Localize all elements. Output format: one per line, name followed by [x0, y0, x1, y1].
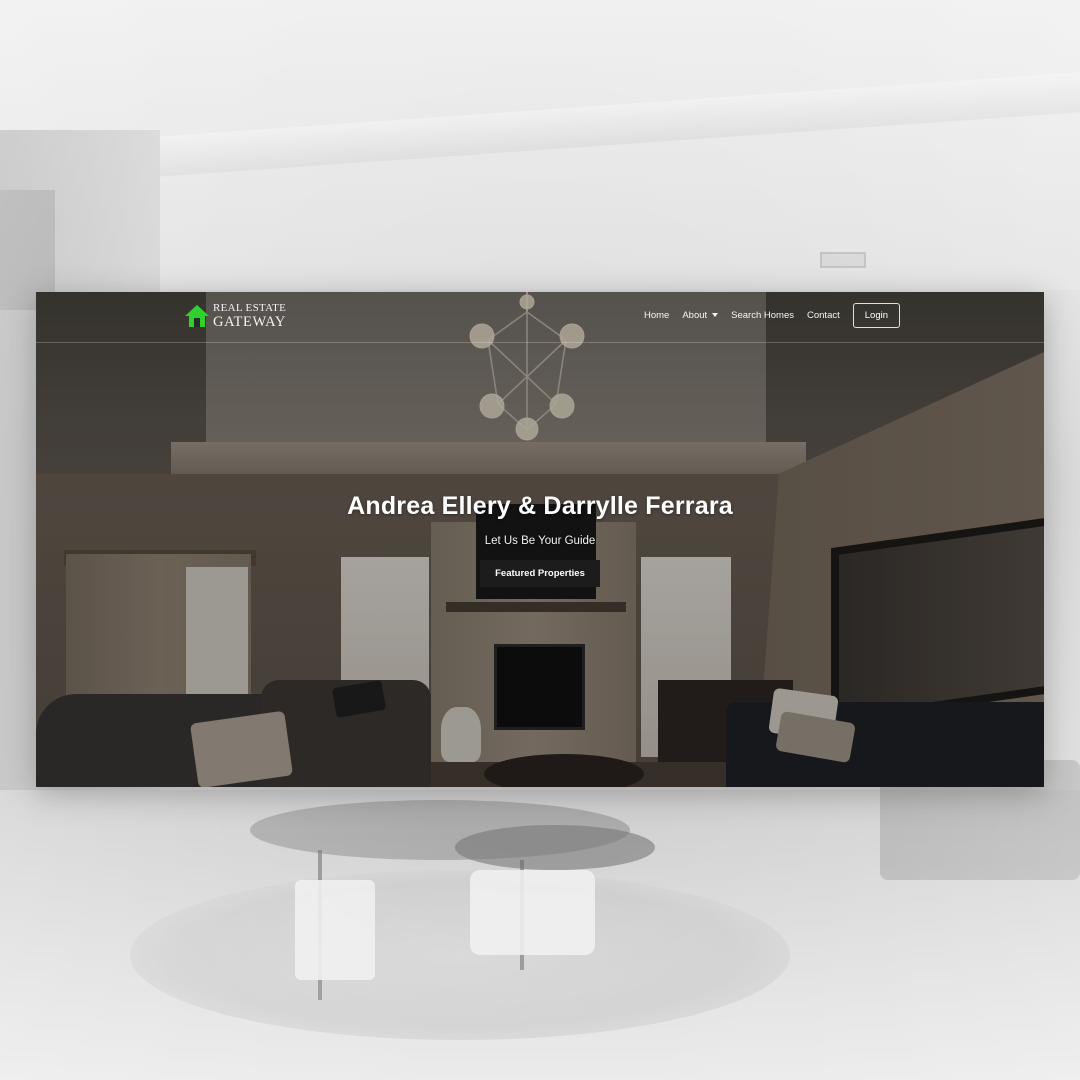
logo-line-1: REAL ESTATE [213, 301, 287, 314]
hero-subtitle: Let Us Be Your Guide [484, 535, 596, 547]
main-nav: Home About Search Homes Contact Login [631, 302, 900, 328]
nav-about-label: About [682, 309, 708, 321]
login-button[interactable]: Login [852, 302, 900, 328]
nav-contact-link[interactable]: Contact [807, 310, 840, 321]
hero-section: Andrea Ellery & Darrylle Ferrara Let Us … [36, 492, 1044, 587]
logo-wordmark: REAL ESTATE GATEWAY [213, 301, 287, 330]
house-arrow-logo-icon [185, 305, 209, 327]
site-logo[interactable]: REAL ESTATE GATEWAY [184, 301, 286, 331]
featured-properties-button[interactable]: Featured Properties [480, 560, 600, 587]
nav-search-homes-link[interactable]: Search Homes [731, 310, 794, 321]
hero-title: Andrea Ellery & Darrylle Ferrara [347, 492, 733, 520]
logo-line-2: GATEWAY [213, 313, 286, 330]
caret-down-icon [712, 313, 719, 317]
nav-about-dropdown[interactable]: About [682, 309, 719, 321]
website-screenshot: REAL ESTATE GATEWAY Home About Search Ho… [36, 292, 1044, 787]
navbar: REAL ESTATE GATEWAY Home About Search Ho… [36, 292, 1044, 343]
nav-home-link[interactable]: Home [644, 310, 669, 321]
